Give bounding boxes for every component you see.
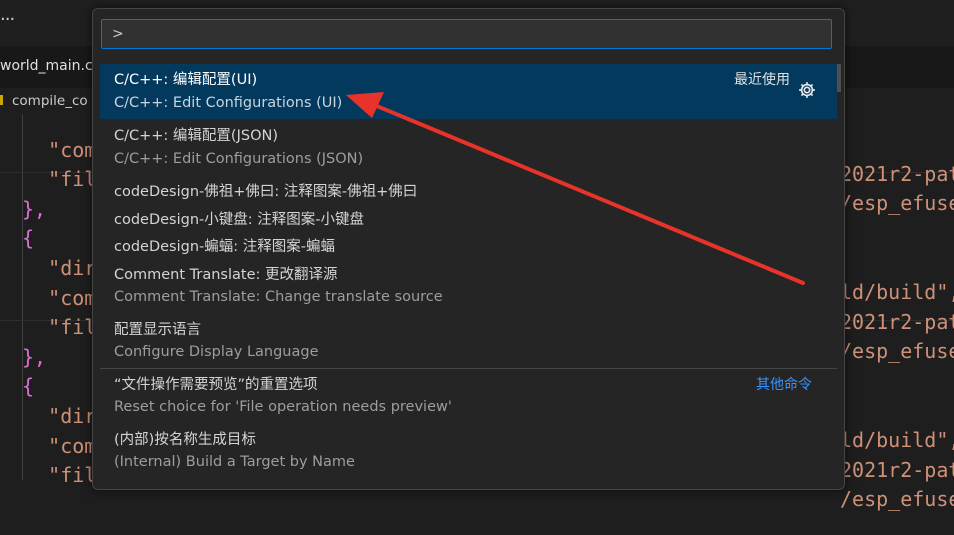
recently-used-label: 最近使用 xyxy=(734,72,790,88)
file-icon xyxy=(0,95,3,105)
command-description: Comment Translate: Change translate sour… xyxy=(114,289,443,305)
command-item-comment-translate[interactable]: Comment Translate: 更改翻译源 Comment Transla… xyxy=(100,259,837,314)
command-input[interactable] xyxy=(101,19,832,49)
command-label: codeDesign-小键盘: 注释图案-小键盘 xyxy=(114,212,364,228)
command-item-codedesign-bat[interactable]: codeDesign-蝙蝠: 注释图案-蝙蝠 xyxy=(100,231,837,258)
command-description: (Internal) Build a Target by Name xyxy=(114,454,355,470)
command-description: Configure Display Language xyxy=(114,344,319,360)
command-label: codeDesign-蝙蝠: 注释图案-蝙蝠 xyxy=(114,239,335,255)
other-commands-link[interactable]: 其他命令 xyxy=(756,374,812,394)
command-item-codedesign-buddha[interactable]: codeDesign-佛祖+佛曰: 注释图案-佛祖+佛曰 xyxy=(100,176,837,203)
command-label: C/C++: 编辑配置(UI) xyxy=(114,72,258,88)
menu-dots-icon[interactable]: ... xyxy=(0,4,15,25)
command-item-build-target[interactable]: (内部)按名称生成目标 (Internal) Build a Target by… xyxy=(100,424,837,479)
command-item-edit-config-ui[interactable]: C/C++: 编辑配置(UI) C/C++: Edit Configuratio… xyxy=(100,64,837,119)
command-item-display-language[interactable]: 配置显示语言 Configure Display Language xyxy=(100,314,837,369)
command-item-edit-config-json[interactable]: C/C++: 编辑配置(JSON) C/C++: Edit Configurat… xyxy=(100,120,837,175)
command-label: Comment Translate: 更改翻译源 xyxy=(114,267,338,283)
command-description: C/C++: Edit Configurations (JSON) xyxy=(114,151,364,167)
command-label: “文件操作需要预览”的重置选项 xyxy=(114,377,318,393)
command-item-reset-preview[interactable]: “文件操作需要预览”的重置选项 Reset choice for 'File o… xyxy=(100,369,837,424)
command-label: codeDesign-佛祖+佛曰: 注释图案-佛祖+佛曰 xyxy=(114,184,418,200)
gear-icon[interactable] xyxy=(797,80,817,100)
command-item-codedesign-keypad[interactable]: codeDesign-小键盘: 注释图案-小键盘 xyxy=(100,204,837,231)
command-label: 配置显示语言 xyxy=(114,322,201,338)
breadcrumb[interactable]: compile_co xyxy=(12,93,88,109)
command-description: C/C++: Edit Configurations (UI) xyxy=(114,95,343,111)
command-label: C/C++: 编辑配置(JSON) xyxy=(114,128,278,144)
tab-world-main[interactable]: world_main.c xyxy=(0,58,93,74)
command-description: Reset choice for 'File operation needs p… xyxy=(114,399,452,415)
command-label: (内部)按名称生成目标 xyxy=(114,432,256,448)
command-palette: C/C++: 编辑配置(UI) C/C++: Edit Configuratio… xyxy=(92,8,845,490)
